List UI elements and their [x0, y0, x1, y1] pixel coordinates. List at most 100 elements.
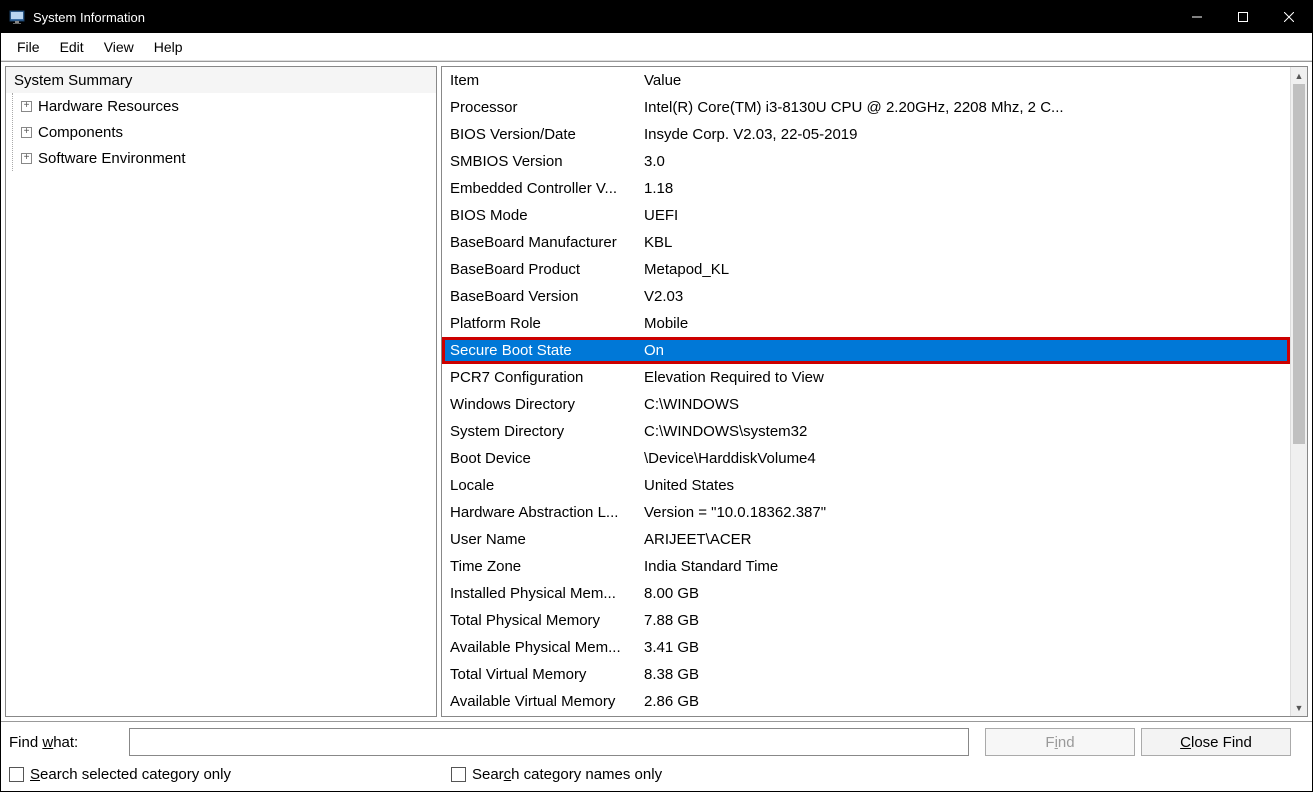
- cell-value: Elevation Required to View: [640, 369, 1290, 386]
- find-button[interactable]: Find: [985, 728, 1135, 756]
- list-row[interactable]: BaseBoard ProductMetapod_KL: [442, 256, 1290, 283]
- minimize-icon: [1192, 12, 1202, 22]
- tree-item-software-environment[interactable]: + Software Environment: [13, 145, 436, 171]
- cell-item: User Name: [442, 531, 640, 548]
- menu-edit[interactable]: Edit: [50, 36, 94, 58]
- cell-value: V2.03: [640, 288, 1290, 305]
- checkbox-box-icon: [451, 767, 466, 782]
- cell-value: C:\WINDOWS\system32: [640, 423, 1290, 440]
- list-row[interactable]: Total Virtual Memory8.38 GB: [442, 661, 1290, 688]
- list-row[interactable]: User NameARIJEET\ACER: [442, 526, 1290, 553]
- list-row[interactable]: Available Physical Mem...3.41 GB: [442, 634, 1290, 661]
- cell-item: BaseBoard Version: [442, 288, 640, 305]
- scroll-up-icon[interactable]: ▲: [1291, 67, 1307, 84]
- list-row[interactable]: Time ZoneIndia Standard Time: [442, 553, 1290, 580]
- cell-value: Insyde Corp. V2.03, 22-05-2019: [640, 126, 1290, 143]
- tree-item-hardware-resources[interactable]: + Hardware Resources: [13, 93, 436, 119]
- cell-item: Available Virtual Memory: [442, 693, 640, 710]
- find-input[interactable]: [129, 728, 969, 756]
- cell-value: 1.18: [640, 180, 1290, 197]
- expand-icon[interactable]: +: [21, 127, 32, 138]
- header-value[interactable]: Value: [640, 72, 1290, 89]
- list-row[interactable]: Windows DirectoryC:\WINDOWS: [442, 391, 1290, 418]
- list-row[interactable]: BaseBoard ManufacturerKBL: [442, 229, 1290, 256]
- cell-item: PCR7 Configuration: [442, 369, 640, 386]
- expand-icon[interactable]: +: [21, 153, 32, 164]
- list-row[interactable]: Boot Device\Device\HarddiskVolume4: [442, 445, 1290, 472]
- search-category-names-checkbox[interactable]: Search category names only: [451, 766, 662, 783]
- list-row[interactable]: SMBIOS Version3.0: [442, 148, 1290, 175]
- cell-item: BIOS Version/Date: [442, 126, 640, 143]
- tree-item-components[interactable]: + Components: [13, 119, 436, 145]
- cell-value: India Standard Time: [640, 558, 1290, 575]
- cell-value: 8.00 GB: [640, 585, 1290, 602]
- cell-value: 3.41 GB: [640, 639, 1290, 656]
- list-row[interactable]: BIOS ModeUEFI: [442, 202, 1290, 229]
- cell-item: SMBIOS Version: [442, 153, 640, 170]
- cell-value: United States: [640, 477, 1290, 494]
- find-what-label: Find what:: [9, 734, 129, 751]
- cell-item: Available Physical Mem...: [442, 639, 640, 656]
- header-item[interactable]: Item: [442, 72, 640, 89]
- scroll-down-icon[interactable]: ▼: [1291, 699, 1307, 716]
- menubar: File Edit View Help: [1, 33, 1312, 61]
- checkbox-box-icon: [9, 767, 24, 782]
- cell-item: BIOS Mode: [442, 207, 640, 224]
- cell-value: Mobile: [640, 315, 1290, 332]
- menu-view[interactable]: View: [94, 36, 144, 58]
- list-row[interactable]: PCR7 ConfigurationElevation Required to …: [442, 364, 1290, 391]
- tree-item-label: Hardware Resources: [38, 98, 179, 115]
- find-panel: Find what: Find Close Find Search select…: [1, 722, 1312, 791]
- cell-item: Windows Directory: [442, 396, 640, 413]
- cell-value: C:\WINDOWS: [640, 396, 1290, 413]
- maximize-icon: [1238, 12, 1248, 22]
- cell-item: System Directory: [442, 423, 640, 440]
- search-selected-category-checkbox[interactable]: Search selected category only: [9, 766, 231, 783]
- cell-value: KBL: [640, 234, 1290, 251]
- menu-file[interactable]: File: [7, 36, 50, 58]
- list-row[interactable]: Installed Physical Mem...8.00 GB: [442, 580, 1290, 607]
- list-row[interactable]: Total Physical Memory7.88 GB: [442, 607, 1290, 634]
- cell-value: Version = "10.0.18362.387": [640, 504, 1290, 521]
- close-button[interactable]: [1266, 1, 1312, 33]
- tree-root-label: System Summary: [14, 72, 132, 89]
- close-find-button[interactable]: Close Find: [1141, 728, 1291, 756]
- list-row[interactable]: ProcessorIntel(R) Core(TM) i3-8130U CPU …: [442, 94, 1290, 121]
- cell-item: Locale: [442, 477, 640, 494]
- app-icon: [9, 9, 25, 25]
- cell-item: Boot Device: [442, 450, 640, 467]
- cell-item: Platform Role: [442, 315, 640, 332]
- tree-root-system-summary[interactable]: System Summary: [6, 67, 436, 93]
- list-row[interactable]: Secure Boot StateOn: [442, 337, 1290, 364]
- window-title: System Information: [33, 10, 1174, 25]
- scroll-thumb[interactable]: [1293, 84, 1305, 444]
- list-row[interactable]: Available Virtual Memory2.86 GB: [442, 688, 1290, 715]
- tree-item-label: Components: [38, 124, 123, 141]
- list-row[interactable]: Embedded Controller V...1.18: [442, 175, 1290, 202]
- category-tree[interactable]: System Summary + Hardware Resources + Co…: [5, 66, 437, 717]
- list-row[interactable]: Hardware Abstraction L...Version = "10.0…: [442, 499, 1290, 526]
- expand-icon[interactable]: +: [21, 101, 32, 112]
- cell-item: Secure Boot State: [442, 342, 640, 359]
- cell-item: Time Zone: [442, 558, 640, 575]
- vertical-scrollbar[interactable]: ▲ ▼: [1290, 67, 1307, 716]
- close-icon: [1284, 12, 1294, 22]
- content-area: System Summary + Hardware Resources + Co…: [1, 61, 1312, 722]
- minimize-button[interactable]: [1174, 1, 1220, 33]
- cell-value: 7.88 GB: [640, 612, 1290, 629]
- cell-value: 3.0: [640, 153, 1290, 170]
- titlebar[interactable]: System Information: [1, 1, 1312, 33]
- cell-item: Installed Physical Mem...: [442, 585, 640, 602]
- cell-value: 2.86 GB: [640, 693, 1290, 710]
- list-row[interactable]: BIOS Version/DateInsyde Corp. V2.03, 22-…: [442, 121, 1290, 148]
- list-header[interactable]: Item Value: [442, 67, 1290, 94]
- list-row[interactable]: LocaleUnited States: [442, 472, 1290, 499]
- menu-help[interactable]: Help: [144, 36, 193, 58]
- list-row[interactable]: Platform RoleMobile: [442, 310, 1290, 337]
- list-row[interactable]: System DirectoryC:\WINDOWS\system32: [442, 418, 1290, 445]
- cell-item: BaseBoard Manufacturer: [442, 234, 640, 251]
- list-row[interactable]: BaseBoard VersionV2.03: [442, 283, 1290, 310]
- cell-item: Total Physical Memory: [442, 612, 640, 629]
- maximize-button[interactable]: [1220, 1, 1266, 33]
- system-information-window: System Information File Edit View Help S…: [0, 0, 1313, 792]
